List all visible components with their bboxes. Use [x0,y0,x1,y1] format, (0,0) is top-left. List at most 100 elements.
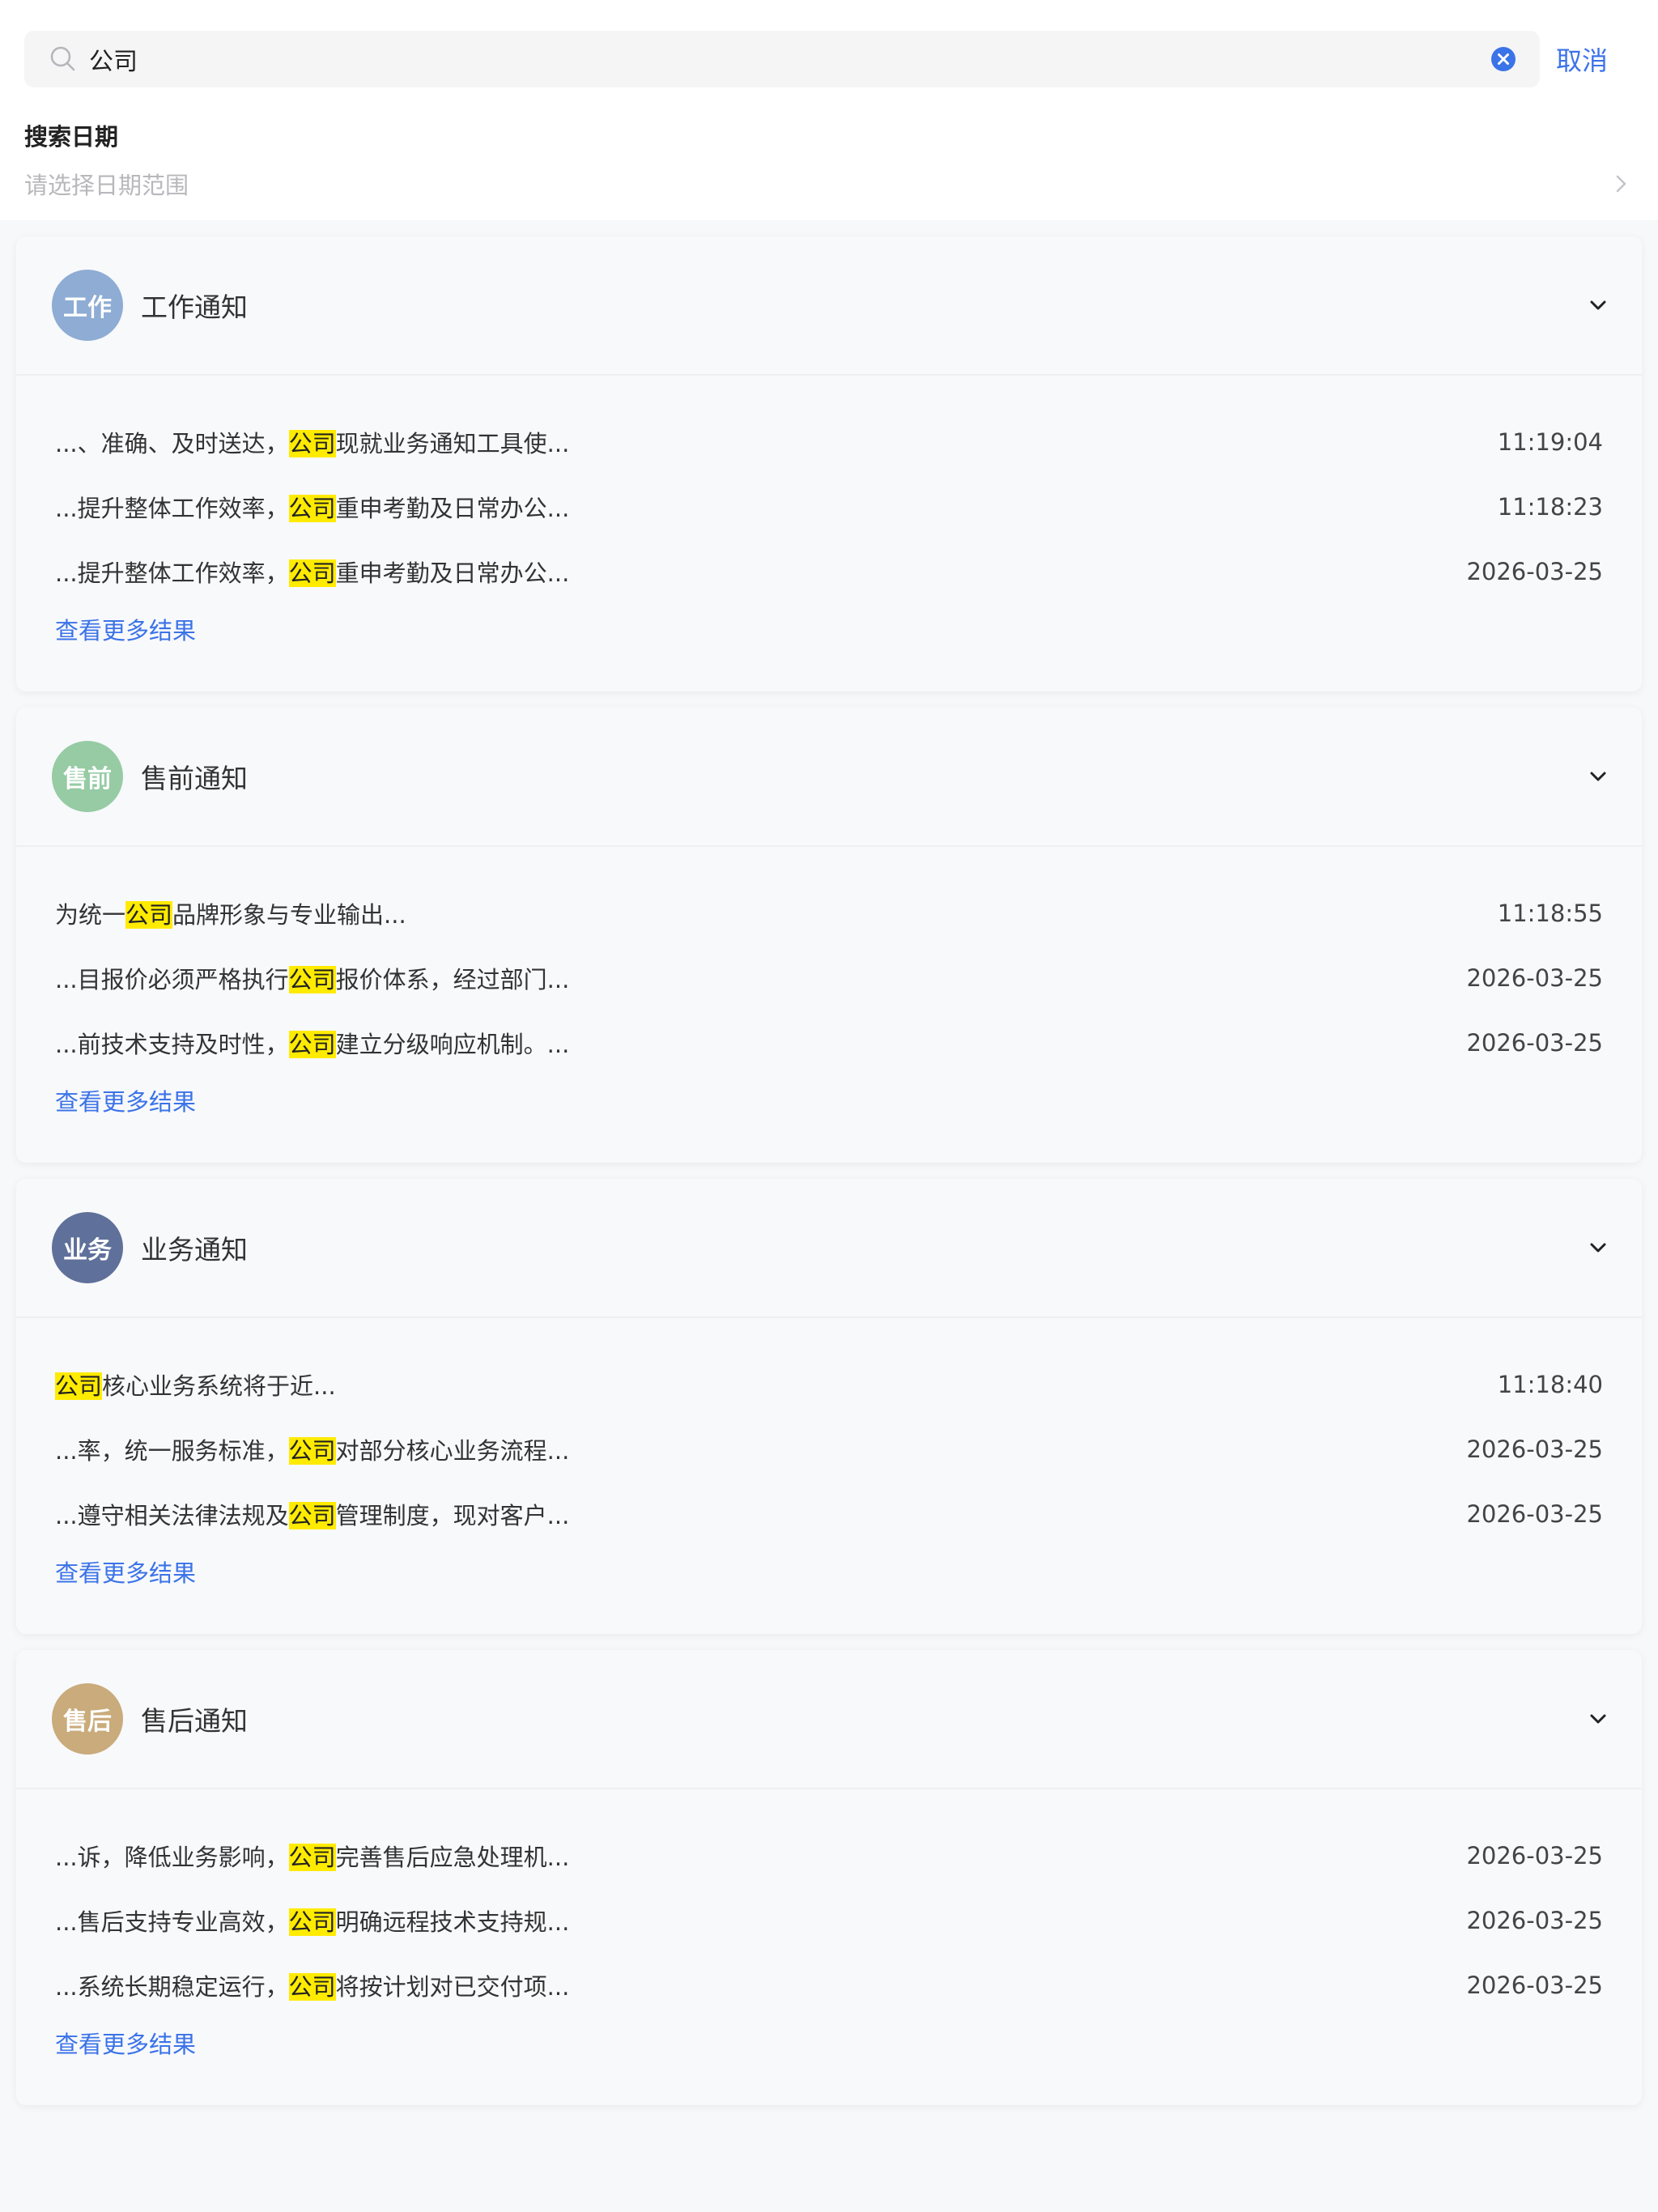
keyword-highlight: 公司 [288,1844,336,1871]
result-snippet: ...目报价必须严格执行公司报价体系，经过部门... [55,961,569,995]
result-list: 公司核心业务系统将于近... 11:18:40 ...率，统一服务标准，公司对部… [16,1318,1642,1546]
keyword-highlight: 公司 [288,1031,336,1058]
result-group-business: 业务 业务通知 公司核心业务系统将于近... 11:18:40 ...率，统一服… [16,1179,1642,1634]
keyword-highlight: 公司 [288,430,336,457]
keyword-highlight: 公司 [288,966,336,993]
result-item[interactable]: ...售后支持专业高效，公司明确远程技术支持规... 2026-03-25 [55,1888,1603,1953]
avatar: 业务 [52,1212,123,1283]
cancel-button[interactable]: 取消 [1556,40,1608,78]
avatar: 售后 [52,1683,123,1755]
result-item[interactable]: ...提升整体工作效率，公司重申考勤及日常办公... 11:18:23 [55,474,1603,539]
snippet-suffix: 报价体系，经过部门... [335,966,570,993]
search-row: 取消 [24,31,1634,87]
result-list: 为统一公司品牌形象与专业输出... 11:18:55 ...目报价必须严格执行公… [16,847,1642,1075]
result-list: ...、准确、及时送达，公司现就业务通知工具使... 11:19:04 ...提… [16,376,1642,604]
group-header[interactable]: 业务 业务通知 [16,1179,1642,1318]
result-time: 11:18:55 [1497,900,1603,927]
clear-icon[interactable] [1490,45,1517,73]
avatar: 售前 [52,741,123,812]
keyword-highlight: 公司 [288,495,336,522]
view-more-link[interactable]: 查看更多结果 [55,1555,196,1589]
snippet-prefix: ...提升整体工作效率， [55,495,289,522]
keyword-highlight: 公司 [288,1908,336,1936]
snippet-prefix: ...系统长期稳定运行， [55,1973,289,2001]
date-range-picker[interactable]: 请选择日期范围 [24,162,1634,206]
group-title: 工作通知 [141,291,248,323]
result-item[interactable]: ...目报价必须严格执行公司报价体系，经过部门... 2026-03-25 [55,946,1603,1010]
view-more-link[interactable]: 查看更多结果 [55,612,196,646]
result-item[interactable]: ...率，统一服务标准，公司对部分核心业务流程... 2026-03-25 [55,1417,1603,1482]
result-time: 2026-03-25 [1466,1029,1603,1057]
result-group-work: 工作 工作通知 ...、准确、及时送达，公司现就业务通知工具使... 11:19… [16,236,1642,691]
snippet-suffix: 重申考勤及日常办公... [335,559,570,587]
result-time: 11:19:04 [1497,428,1603,456]
result-snippet: ...售后支持专业高效，公司明确远程技术支持规... [55,1904,569,1938]
snippet-prefix: ...率，统一服务标准， [55,1437,289,1465]
chevron-down-icon[interactable] [1585,1706,1611,1732]
snippet-suffix: 完善售后应急处理机... [335,1844,570,1871]
result-item[interactable]: ...系统长期稳定运行，公司将按计划对已交付项... 2026-03-25 [55,1953,1603,2018]
result-time: 2026-03-25 [1466,558,1603,585]
result-group-presales: 售前 售前通知 为统一公司品牌形象与专业输出... 11:18:55 ...目报… [16,708,1642,1163]
snippet-suffix: 现就业务通知工具使... [335,430,570,457]
date-filter-title: 搜索日期 [24,123,119,151]
result-time: 2026-03-25 [1466,1842,1603,1870]
result-list: ...诉，降低业务影响，公司完善售后应急处理机... 2026-03-25 ..… [16,1789,1642,2018]
snippet-suffix: 管理制度，现对客户... [335,1502,570,1529]
result-snippet: 公司核心业务系统将于近... [55,1368,336,1402]
chevron-down-icon[interactable] [1585,764,1611,789]
result-time: 11:18:40 [1497,1371,1603,1398]
result-snippet: ...前技术支持及时性，公司建立分级响应机制。... [55,1026,569,1060]
date-range-placeholder: 请选择日期范围 [24,172,189,199]
group-header[interactable]: 售后 售后通知 [16,1650,1642,1789]
result-item[interactable]: 为统一公司品牌形象与专业输出... 11:18:55 [55,881,1603,946]
result-item[interactable]: 公司核心业务系统将于近... 11:18:40 [55,1352,1603,1417]
result-snippet: ...诉，降低业务影响，公司完善售后应急处理机... [55,1839,569,1873]
view-more-link[interactable]: 查看更多结果 [55,1083,196,1117]
result-snippet: ...、准确、及时送达，公司现就业务通知工具使... [55,425,569,459]
view-more-link[interactable]: 查看更多结果 [55,2026,196,2060]
snippet-suffix: 核心业务系统将于近... [102,1372,336,1400]
result-groups: 工作 工作通知 ...、准确、及时送达，公司现就业务通知工具使... 11:19… [16,236,1642,2121]
snippet-suffix: 建立分级响应机制。... [335,1031,570,1058]
chevron-right-icon [1616,175,1626,193]
result-time: 2026-03-25 [1466,1436,1603,1463]
search-input[interactable] [89,35,1490,83]
snippet-prefix: ...售后支持专业高效， [55,1908,289,1936]
keyword-highlight: 公司 [288,559,336,587]
result-snippet: ...遵守相关法律法规及公司管理制度，现对客户... [55,1497,569,1531]
group-header[interactable]: 售前 售前通知 [16,708,1642,847]
result-snippet: ...率，统一服务标准，公司对部分核心业务流程... [55,1432,569,1466]
snippet-prefix: ...前技术支持及时性， [55,1031,289,1058]
avatar: 工作 [52,270,123,341]
snippet-prefix: ...诉，降低业务影响， [55,1844,289,1871]
keyword-highlight: 公司 [288,1973,336,2001]
keyword-highlight: 公司 [288,1437,336,1465]
result-group-aftersales: 售后 售后通知 ...诉，降低业务影响，公司完善售后应急处理机... 2026-… [16,1650,1642,2105]
result-item[interactable]: ...前技术支持及时性，公司建立分级响应机制。... 2026-03-25 [55,1010,1603,1075]
result-item[interactable]: ...提升整体工作效率，公司重申考勤及日常办公... 2026-03-25 [55,539,1603,604]
result-snippet: ...系统长期稳定运行，公司将按计划对已交付项... [55,1968,569,2002]
result-item[interactable]: ...遵守相关法律法规及公司管理制度，现对客户... 2026-03-25 [55,1482,1603,1546]
result-item[interactable]: ...诉，降低业务影响，公司完善售后应急处理机... 2026-03-25 [55,1823,1603,1888]
snippet-suffix: 对部分核心业务流程... [335,1437,570,1465]
result-item[interactable]: ...、准确、及时送达，公司现就业务通知工具使... 11:19:04 [55,410,1603,474]
keyword-highlight: 公司 [288,1502,336,1529]
group-title: 售前通知 [141,763,248,794]
search-header: 取消 搜索日期 请选择日期范围 [0,0,1658,220]
snippet-suffix: 品牌形象与专业输出... [172,901,406,929]
chevron-down-icon[interactable] [1585,1235,1611,1261]
snippet-suffix: 将按计划对已交付项... [335,1973,570,2001]
result-time: 2026-03-25 [1466,1972,1603,1999]
keyword-highlight: 公司 [55,1372,103,1400]
result-time: 2026-03-25 [1466,964,1603,992]
group-header[interactable]: 工作 工作通知 [16,236,1642,376]
search-box[interactable] [24,31,1540,87]
snippet-prefix: ...遵守相关法律法规及 [55,1502,289,1529]
result-snippet: ...提升整体工作效率，公司重申考勤及日常办公... [55,490,569,524]
snippet-prefix: 为统一 [55,901,126,929]
result-time: 2026-03-25 [1466,1500,1603,1528]
group-title: 售后通知 [141,1705,248,1737]
snippet-suffix: 明确远程技术支持规... [335,1908,570,1936]
chevron-down-icon[interactable] [1585,292,1611,318]
